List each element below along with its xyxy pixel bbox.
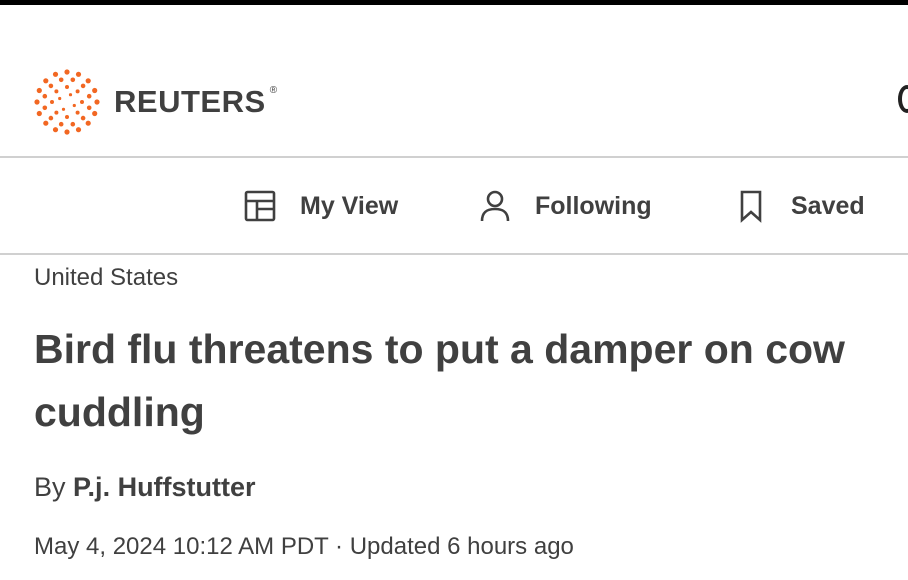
nav-divider xyxy=(0,253,908,255)
brand-name: REUTERS xyxy=(114,84,266,119)
reuters-dots-logo-icon xyxy=(34,69,100,135)
article-headline: Bird flu threatens to put a damper on co… xyxy=(34,326,845,435)
byline: By P.j. Huffstutter xyxy=(34,472,894,503)
layout-icon xyxy=(242,188,278,224)
my-view-label: My View xyxy=(300,191,399,220)
reuters-logo[interactable]: REUTERS ® xyxy=(34,69,277,135)
article-header: United States Bird flu threatens to put … xyxy=(34,262,894,561)
byline-prefix: By xyxy=(34,472,66,502)
article-dateline: May 4, 2024 10:12 AM PDT · Updated 6 hou… xyxy=(34,533,574,560)
page: REUTERS ® My View Following Saved United… xyxy=(0,0,908,580)
section-link[interactable]: United States xyxy=(34,264,894,292)
search-icon[interactable] xyxy=(898,85,908,113)
following-link[interactable]: Following xyxy=(477,188,652,224)
person-icon xyxy=(477,188,513,224)
registered-mark: ® xyxy=(269,85,278,96)
author-link[interactable]: P.j. Huffstutter xyxy=(73,472,256,502)
saved-label: Saved xyxy=(791,191,865,220)
brand-wordmark: REUTERS ® xyxy=(114,84,277,120)
saved-link[interactable]: Saved xyxy=(733,188,865,224)
site-header: REUTERS ® xyxy=(0,5,908,157)
following-label: Following xyxy=(535,191,652,220)
my-view-link[interactable]: My View xyxy=(242,188,398,224)
account-nav: My View Following Saved xyxy=(0,158,908,253)
bookmark-icon xyxy=(733,188,769,224)
